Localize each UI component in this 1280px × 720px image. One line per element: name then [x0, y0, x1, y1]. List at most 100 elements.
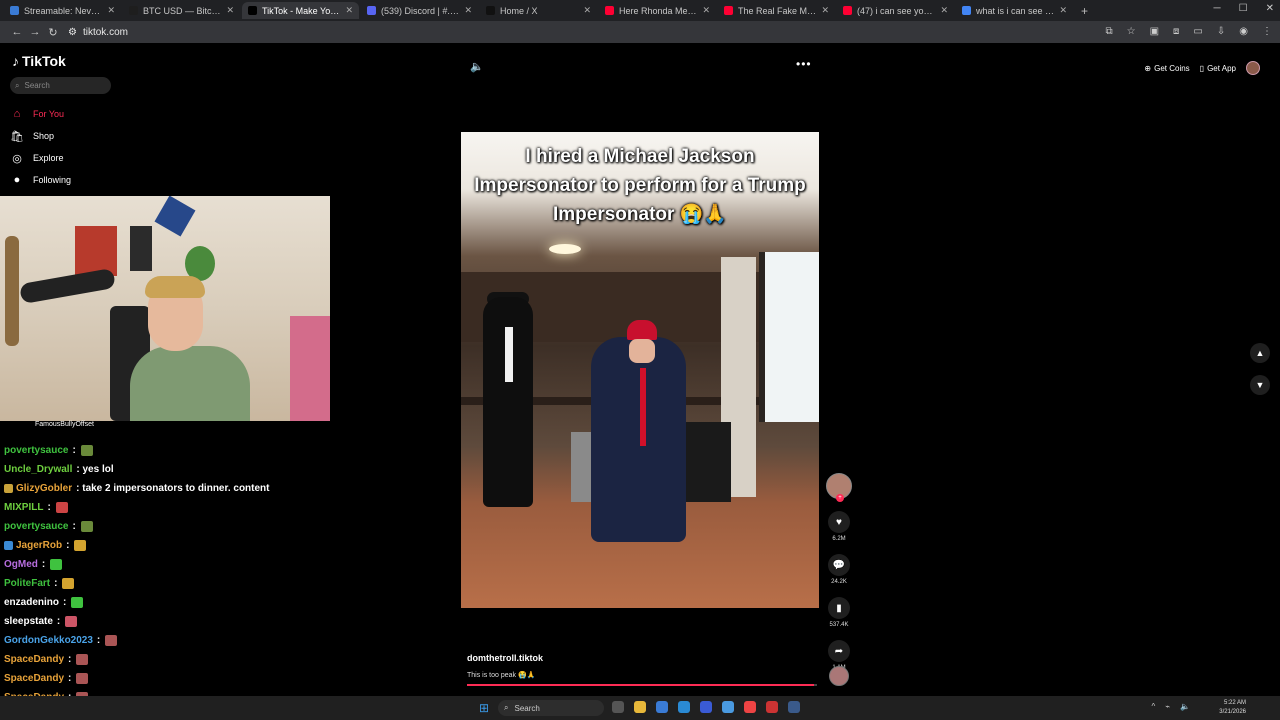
forward-icon[interactable]: → — [26, 26, 44, 38]
task-view-icon[interactable] — [612, 701, 624, 713]
tab-favicon-icon — [10, 6, 19, 15]
file-explorer-icon[interactable] — [634, 701, 646, 713]
downloads-icon[interactable]: ⇩ — [1217, 26, 1225, 37]
chat-text: : — [63, 597, 67, 608]
search-placeholder: Search — [24, 81, 50, 90]
tab-favicon-icon — [367, 6, 376, 15]
sidebar-nav: ⌂ For You 🛍 Shop ◎ Explore ● Following — [10, 103, 71, 191]
store-icon[interactable] — [722, 701, 734, 713]
bookmark-star-icon[interactable]: ☆ — [1127, 26, 1136, 37]
follow-plus-icon[interactable]: + — [836, 494, 844, 502]
comment-button[interactable]: 💬 — [828, 554, 850, 576]
tab-close-icon[interactable]: ✕ — [345, 5, 353, 16]
next-video-button[interactable]: ▼ — [1250, 375, 1270, 395]
more-options-icon[interactable]: ••• — [796, 57, 812, 71]
browser-tab[interactable]: Streamable: Never IRL Stream ✕ — [4, 2, 121, 19]
extensions-puzzle-icon[interactable]: ⧈ — [1173, 26, 1179, 37]
tiktok-logo[interactable]: ♪ TikTok — [12, 53, 66, 69]
browser-tab[interactable]: (539) Discord | #... | general ✕ — [361, 2, 478, 19]
window-controls: ─ ☐ ✕ — [1214, 3, 1274, 14]
tab-close-icon[interactable]: ✕ — [702, 5, 710, 16]
tab-close-icon[interactable]: ✕ — [464, 5, 472, 16]
chevron-up-icon: ▲ — [1255, 348, 1265, 358]
browser-tab[interactable]: BTC USD — Bitcoin Price and C✕ — [123, 2, 240, 19]
install-icon[interactable]: ⧉ — [1105, 26, 1112, 37]
chat-emote-icon — [76, 654, 89, 665]
browser-tab[interactable]: Home / X ✕ — [480, 2, 597, 19]
get-app-button[interactable]: ▯ Get App — [1200, 64, 1236, 73]
taskbar-apps — [612, 701, 800, 713]
browser-tab[interactable]: TikTok - Make Your Day ✕ — [242, 2, 359, 19]
search-input[interactable]: ⌕ Search — [10, 77, 111, 94]
minimize-icon[interactable]: ─ — [1214, 3, 1221, 14]
microphone-arm — [18, 267, 117, 305]
tray-chevron-icon[interactable]: ^ — [1151, 702, 1155, 711]
sidebar-icon[interactable]: ▭ — [1193, 26, 1202, 37]
chat-text: : — [68, 673, 72, 684]
sidebar-item-following[interactable]: ● Following — [10, 169, 71, 191]
chat-username: JagerRob — [16, 540, 63, 551]
system-tray: ^ ⌁ 🔈 — [1151, 702, 1190, 711]
network-icon[interactable]: ⌁ — [1165, 702, 1170, 711]
previous-video-button[interactable]: ▲ — [1250, 343, 1270, 363]
steam-icon[interactable] — [788, 701, 800, 713]
browser-tab[interactable]: The Real Fake McConaughey✕ — [718, 2, 835, 19]
taskbar-clock[interactable]: 5:22 AM 3/21/2026 — [1219, 699, 1246, 717]
back-icon[interactable]: ← — [8, 26, 26, 38]
volume-icon[interactable]: 🔈 — [470, 60, 484, 73]
get-coins-button[interactable]: ⊕ Get Coins — [1144, 64, 1189, 73]
tab-close-icon[interactable]: ✕ — [107, 5, 115, 16]
hex-panel — [154, 196, 196, 237]
taskbar-search[interactable]: ⌕ Search — [498, 700, 604, 716]
chat-message: MIXPILL: — [4, 498, 304, 517]
chrome-icon[interactable] — [744, 701, 756, 713]
maximize-icon[interactable]: ☐ — [1239, 3, 1248, 14]
sidebar-item-explore[interactable]: ◎ Explore — [10, 147, 71, 169]
user-avatar[interactable] — [1246, 61, 1260, 75]
music-disc[interactable] — [829, 666, 849, 686]
address-bar[interactable]: ⚙ tiktok.com — [68, 27, 128, 38]
chat-badge-icon — [4, 484, 13, 493]
share-button[interactable]: ➦ — [828, 640, 850, 662]
speaker-icon[interactable]: 🔈 — [1180, 702, 1190, 711]
video-player[interactable]: I hired a Michael Jackson Impersonator t… — [461, 132, 819, 608]
heart-icon: ♥ — [836, 516, 842, 528]
tab-close-icon[interactable]: ✕ — [226, 5, 234, 16]
chat-emote-icon — [74, 540, 87, 551]
save-button[interactable]: ▮ — [828, 597, 850, 619]
extension-icon[interactable]: ▣ — [1150, 26, 1159, 37]
new-tab-button[interactable]: + — [1081, 4, 1088, 18]
chat-emote-icon — [105, 635, 118, 646]
guitar — [5, 236, 19, 346]
tab-close-icon[interactable]: ✕ — [821, 5, 829, 16]
app-icon-red[interactable] — [766, 701, 778, 713]
browser-tab[interactable]: (47) i can see your voice season ✕ — [837, 2, 954, 19]
sidebar-item-shop[interactable]: 🛍 Shop — [10, 125, 71, 147]
edge-icon[interactable] — [656, 701, 668, 713]
windows-start-icon[interactable]: ⊞ — [479, 701, 489, 715]
browser-tab[interactable]: Here Rhonda Medina - Dolly Pa ✕ — [599, 2, 716, 19]
video-author[interactable]: domthetroll.tiktok — [467, 653, 543, 663]
tab-favicon-icon — [129, 6, 138, 15]
like-count: 6.2M — [832, 536, 846, 542]
menu-icon[interactable]: ⋮ — [1262, 26, 1272, 37]
app-icon-indigo[interactable] — [700, 701, 712, 713]
chat-text: : — [56, 616, 61, 627]
compass-icon: ◎ — [12, 152, 22, 165]
tab-close-icon[interactable]: ✕ — [1059, 5, 1067, 16]
chat-username: enzadenino — [4, 597, 60, 608]
tab-close-icon[interactable]: ✕ — [940, 5, 948, 16]
chat-username: sleepstate — [4, 616, 53, 627]
sidebar-item-for-you[interactable]: ⌂ For You — [10, 103, 71, 125]
creator-avatar[interactable]: + — [826, 473, 852, 502]
tab-close-icon[interactable]: ✕ — [583, 5, 591, 16]
reload-icon[interactable]: ↻ — [44, 26, 62, 39]
app-icon-blue[interactable] — [678, 701, 690, 713]
like-button[interactable]: ♥ — [828, 511, 850, 533]
browser-tab[interactable]: what is i can see your voice ta ✕ — [956, 2, 1073, 19]
profile-icon[interactable]: ◉ — [1239, 26, 1248, 37]
video-progress-bar[interactable] — [467, 684, 817, 686]
site-info-icon[interactable]: ⚙ — [68, 27, 77, 38]
close-window-icon[interactable]: ✕ — [1266, 3, 1274, 14]
search-icon: ⌕ — [15, 80, 20, 90]
